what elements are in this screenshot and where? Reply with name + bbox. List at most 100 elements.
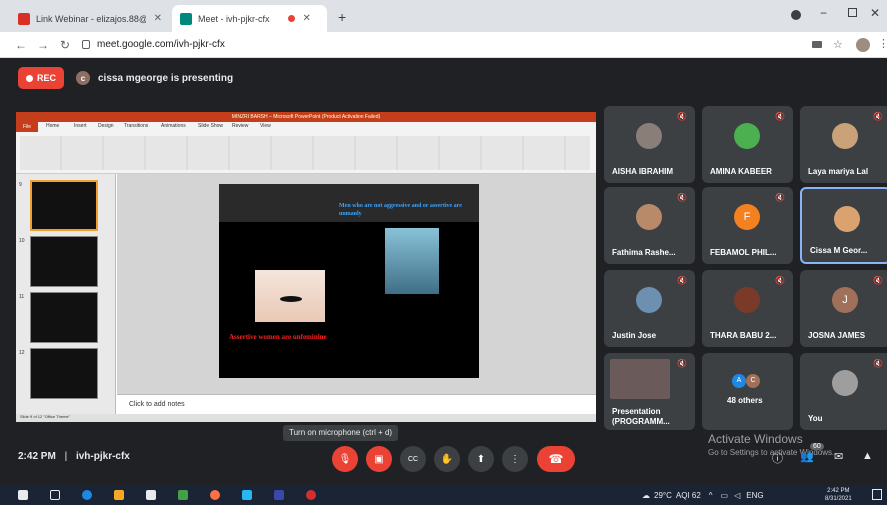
- new-tab-button[interactable]: +: [338, 9, 346, 25]
- participant-name: Presentation (PROGRAMM...: [612, 407, 670, 426]
- presenting-banner: c cissa mgeorge is presenting: [76, 67, 436, 89]
- slide-thumbnail: [30, 292, 98, 343]
- participant-photo: [636, 204, 662, 230]
- muted-mic-icon: 🔇: [677, 276, 687, 285]
- recording-dot-icon: [287, 15, 295, 22]
- ppt-tab: Transitions: [124, 123, 149, 129]
- close-window-icon[interactable]: ✕: [870, 6, 880, 20]
- meet-area: REC c cissa mgeorge is presenting MINZRI…: [0, 58, 887, 485]
- ppt-tab: View: [260, 123, 271, 129]
- tray-chevron-icon[interactable]: ^: [709, 491, 713, 500]
- activities-icon[interactable]: ▲: [862, 450, 873, 462]
- profile-icon[interactable]: [791, 10, 801, 20]
- slide-man-photo: [385, 228, 439, 294]
- reload-icon[interactable]: ↻: [54, 38, 76, 52]
- muted-mic-icon: 🔇: [775, 276, 785, 285]
- mail-icon[interactable]: [242, 490, 252, 500]
- app-icon[interactable]: [178, 490, 188, 500]
- thumb-number: 11: [19, 294, 25, 300]
- participant-photo: [832, 123, 858, 149]
- ppt-tab: Design: [98, 123, 114, 129]
- participant-name: AMINA KABEER: [710, 167, 772, 176]
- store-icon[interactable]: [146, 490, 156, 500]
- present-button[interactable]: ⬆: [468, 446, 494, 472]
- others-avatars: AC: [732, 369, 760, 388]
- tab-meet[interactable]: Meet - ivh-pjkr-cfx ✕: [172, 5, 327, 32]
- participant-tile[interactable]: 🔇 AMINA KABEER: [702, 106, 793, 183]
- recording-indicator[interactable]: REC: [18, 67, 64, 89]
- chrome-icon[interactable]: [306, 490, 316, 500]
- account-avatar[interactable]: [856, 38, 870, 52]
- participant-tile[interactable]: 🔇 Fathima Rashe...: [604, 187, 695, 264]
- tab-webinar[interactable]: Link Webinar - elizajos.88@gma ✕: [10, 5, 170, 32]
- participant-tile[interactable]: 🔇 AISHA IBRAHIM: [604, 106, 695, 183]
- close-tab-icon[interactable]: ✕: [303, 13, 311, 24]
- present-icon: ⬆: [476, 453, 486, 465]
- participant-avatar: A: [732, 374, 746, 388]
- screen-share-preview: [610, 359, 670, 399]
- start-icon[interactable]: [18, 490, 28, 500]
- taskbar-time: 2:42 PM: [827, 488, 850, 494]
- participant-tile[interactable]: 🔇 Justin Jose: [604, 270, 695, 347]
- meeting-details-icon[interactable]: ⓘ: [772, 450, 783, 466]
- volume-icon[interactable]: ◁: [734, 491, 740, 500]
- presenter-avatar: c: [76, 71, 90, 85]
- chat-icon[interactable]: ✉: [834, 450, 843, 463]
- record-dot-icon: [25, 74, 33, 82]
- participant-name: 48 others: [727, 396, 763, 405]
- camera-icon[interactable]: [812, 41, 822, 48]
- meet-icon: [180, 12, 192, 25]
- rec-label: REC: [36, 73, 56, 83]
- participant-name: AISHA IBRAHIM: [612, 167, 674, 176]
- ppt-tab: Animations: [161, 123, 186, 129]
- more-options-button[interactable]: ⋮: [502, 446, 528, 472]
- participant-tile[interactable]: F 🔇 FEBAMOL PHIL...: [702, 187, 793, 264]
- participant-photo: [636, 287, 662, 313]
- participant-photo: [834, 206, 860, 232]
- leave-call-button[interactable]: ☎: [537, 446, 575, 472]
- separator: |: [64, 451, 68, 462]
- ppt-slide-thumbnails: 9 10 11 12: [16, 174, 116, 414]
- participant-tile[interactable]: A C 48 others: [702, 353, 793, 430]
- network-icon[interactable]: ▭: [721, 491, 729, 500]
- microphone-tooltip: Turn on microphone (ctrl + d): [283, 425, 399, 441]
- language[interactable]: ENG: [746, 491, 763, 500]
- thumb-number: 12: [19, 350, 25, 356]
- url-field[interactable]: meet.google.com/ivh-pjkr-cfx: [82, 39, 225, 50]
- file-explorer-icon[interactable]: [114, 490, 124, 500]
- ppt-status-bar: Slide 9 of 12 "Office Theme": [16, 414, 596, 422]
- close-tab-icon[interactable]: ✕: [154, 13, 162, 24]
- task-view-icon[interactable]: [50, 490, 60, 500]
- participant-tile[interactable]: Cissa M Geor...: [800, 187, 887, 264]
- slide-thumbnail: [30, 180, 98, 231]
- app-icon[interactable]: [274, 490, 284, 500]
- star-icon[interactable]: ☆: [833, 38, 843, 51]
- taskbar-clock[interactable]: 2:42 PM 8/31/2021: [825, 487, 852, 503]
- ppt-ribbon: File Home Insert Design Transitions Anim…: [16, 122, 596, 174]
- participant-photo: [734, 287, 760, 313]
- menu-icon[interactable]: ⋮: [878, 37, 887, 50]
- muted-mic-icon: 🔇: [677, 193, 687, 202]
- mic-off-button[interactable]: 🎙: [332, 446, 358, 472]
- back-icon[interactable]: ←: [10, 38, 32, 52]
- captions-button[interactable]: CC: [400, 446, 426, 472]
- participant-tile[interactable]: 🔇 You: [800, 353, 887, 430]
- edge-icon[interactable]: [82, 490, 92, 500]
- camera-off-button[interactable]: ▣: [366, 446, 392, 472]
- minimize-icon[interactable]: −: [820, 6, 827, 20]
- participant-name: Fathima Rashe...: [612, 248, 676, 257]
- people-icon[interactable]: 👥: [800, 450, 814, 463]
- participant-tile[interactable]: 🔇 Laya mariya Lal: [800, 106, 887, 183]
- shared-screen: MINZRI BARSH – Microsoft PowerPoint (Pro…: [16, 112, 596, 422]
- firefox-icon[interactable]: [210, 490, 220, 500]
- maximize-icon[interactable]: [848, 8, 857, 17]
- participant-name: FEBAMOL PHIL...: [710, 248, 777, 257]
- participant-tile[interactable]: 🔇 THARA BABU 2...: [702, 270, 793, 347]
- participant-tile[interactable]: 🔇 Presentation (PROGRAMM...: [604, 353, 695, 430]
- participant-tile[interactable]: J 🔇 JOSNA JAMES: [800, 270, 887, 347]
- participant-avatar: C: [746, 374, 760, 388]
- participant-name: You: [808, 414, 823, 423]
- notification-icon[interactable]: [872, 489, 882, 500]
- forward-icon[interactable]: →: [32, 38, 54, 52]
- raise-hand-button[interactable]: ✋: [434, 446, 460, 472]
